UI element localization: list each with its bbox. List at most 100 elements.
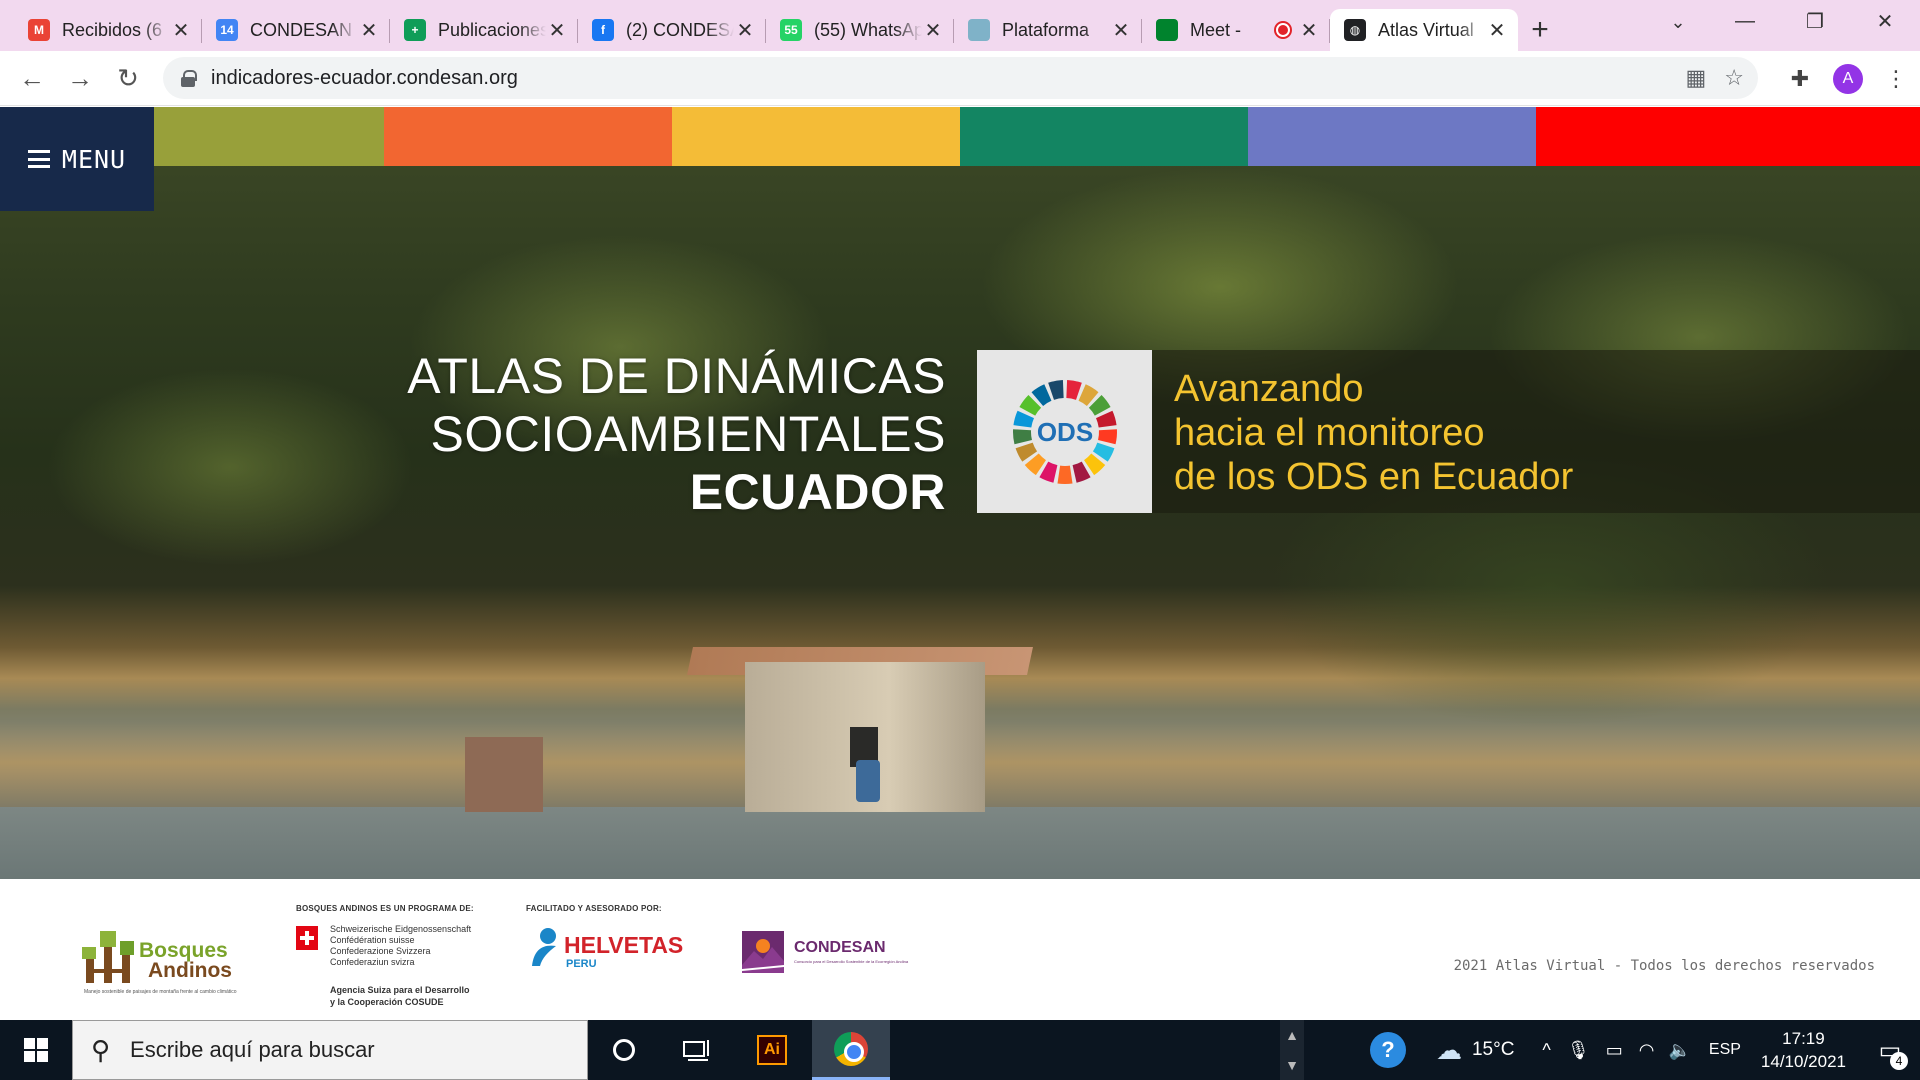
condesan-name: CONDESAN [794,939,886,956]
hamburger-icon [27,150,50,168]
ods-wheel-segment [1047,379,1064,400]
url-text[interactable]: indicadores-ecuador.condesan.org [211,67,518,90]
helvetas-logo[interactable]: FACILITADO Y ASESORADO POR: HELVETAS PER… [526,904,696,984]
swiss-confederation-logo[interactable]: BOSQUES ANDINOS ES UN PROGRAMA DE: Schwe… [296,904,486,1014]
language-indicator[interactable]: ESP [1709,1041,1741,1059]
address-bar[interactable]: indicadores-ecuador.condesan.org ▦ ☆ [163,57,1758,99]
browser-tab[interactable]: ◍ Atlas Virtual ✕ [1330,9,1518,51]
menu-label: MENU [61,144,127,174]
tab-title: Publicaciones [438,19,546,40]
more-menu-icon[interactable]: ⋮ [1872,55,1920,103]
chrome-taskbar-icon[interactable] [812,1020,890,1080]
lock-icon[interactable] [181,70,197,87]
close-window-icon[interactable]: ✕ [1850,0,1920,42]
menu-button[interactable]: MENU [0,107,154,211]
close-tab-icon[interactable]: ✕ [546,19,568,42]
swiss-line-1: Schweizerische Eidgenossenschaft [330,924,472,934]
profile-avatar[interactable]: A [1833,63,1863,94]
reload-icon[interactable]: ↻ [104,54,152,102]
taskbar-scroll[interactable]: ▲ ▼ [1280,1020,1304,1080]
tab-title: Recibidos (6 [62,19,163,40]
weather-temp[interactable]: 15°C [1472,1039,1514,1061]
close-tab-icon[interactable]: ✕ [170,19,192,42]
helvetas-name: HELVETAS [564,932,684,958]
ods-wheel-logo: ODS [977,350,1152,513]
restore-icon[interactable]: ❐ [1780,0,1850,42]
notification-center-icon[interactable]: ▭ 4 [1866,1020,1914,1080]
qr-code-icon[interactable]: ▦ [1685,65,1706,91]
browser-tab[interactable]: Meet - ✕ [1142,9,1330,51]
task-view-icon[interactable] [660,1020,732,1080]
taskbar-clock[interactable]: 17:19 14/10/2021 [1761,1027,1846,1073]
color-bar-segment [154,107,384,166]
swiss-agency: Agencia Suiza para el Desarrollo y la Co… [330,984,470,1008]
tab-search-icon[interactable]: ⌄ [1660,8,1696,36]
browser-tab[interactable]: 55 (55) WhatsApp✕ [766,9,954,51]
browser-tab[interactable]: 14 CONDESAN ✕ [202,9,390,51]
helvetas-figure-icon [532,928,556,966]
clock-date: 14/10/2021 [1760,1052,1846,1071]
close-tab-icon[interactable]: ✕ [734,19,756,42]
tab-title: (55) WhatsApp [814,19,922,40]
wifi-icon[interactable]: ◠ [1639,1040,1655,1061]
minimize-icon[interactable]: — [1710,0,1780,42]
color-bar-segment [1248,107,1536,166]
tab-title: Plataforma [1002,19,1090,40]
browser-tab[interactable]: f (2) CONDESAN✕ [578,9,766,51]
small-hut [465,737,543,812]
close-tab-icon[interactable]: ✕ [1298,19,1320,42]
barrel [856,760,880,802]
windows-logo-icon [24,1038,48,1062]
google-meet-icon [1156,19,1178,41]
google-calendar-icon: 14 [216,19,238,41]
close-tab-icon[interactable]: ✕ [1486,19,1508,42]
chevron-down-icon[interactable]: ▼ [1285,1057,1299,1073]
ods-tagline-1: Avanzando [1174,368,1364,410]
helvetas-caption: FACILITADO Y ASESORADO POR: [526,904,662,913]
forward-arrow-icon[interactable]: → [56,54,104,102]
close-tab-icon[interactable]: ✕ [1110,19,1132,42]
extensions-puzzle-icon[interactable]: ✚ [1776,55,1824,103]
swiss-line-3: Confederazione Svizzera [330,946,431,956]
windows-taskbar: ⚲ Escribe aquí para buscar Ai ▲ ▼ ? ☁ 15… [0,1020,1920,1080]
whatsapp-icon: 55 [780,19,802,41]
ods-wheel-segment [1012,428,1032,444]
tree-icon [82,931,134,983]
browser-tab[interactable]: Plataforma ✕ [954,9,1142,51]
tab-list: M Recibidos (6 ✕ 14 CONDESAN ✕ + Publicaciones ✕… [14,9,1518,51]
volume-icon[interactable]: 🔈 [1668,1040,1690,1061]
chevron-up-icon[interactable]: ▲ [1285,1027,1299,1043]
copyright-text: 2021 Atlas Virtual - Todos los derechos … [1453,958,1875,974]
help-icon[interactable]: ? [1369,1032,1406,1068]
title-line-1: ATLAS DE DINÁMICAS [407,348,946,404]
back-arrow-icon[interactable]: ← [8,54,56,102]
bookmark-star-icon[interactable]: ☆ [1724,65,1744,91]
cloud-weather-icon[interactable]: ☁ [1436,1035,1462,1066]
close-tab-icon[interactable]: ✕ [358,19,380,42]
color-bar [154,107,1920,166]
microphone-icon[interactable]: 🎙 [1567,1040,1590,1061]
atlas-title: ATLAS DE DINÁMICAS SOCIOAMBIENTALES ECUA… [380,347,946,521]
title-line-3: ECUADOR [689,464,946,520]
tray-chevron-up-icon[interactable]: ^ [1542,1040,1550,1061]
bosques-name-1: Bosques [139,939,228,962]
battery-icon[interactable]: ▭ [1606,1040,1623,1061]
taskbar-search[interactable]: ⚲ Escribe aquí para buscar [72,1020,588,1080]
swiss-program-caption: BOSQUES ANDINOS ES UN PROGRAMA DE: [296,904,474,913]
tab-title: (2) CONDESAN [626,19,734,40]
close-tab-icon[interactable]: ✕ [922,19,944,42]
tab-title: Meet - [1190,19,1242,40]
bosques-andinos-logo[interactable]: Bosques Andinos Manejo sostenible de pai… [82,927,242,999]
browser-tab[interactable]: + Publicaciones ✕ [390,9,578,51]
ods-logo-label: ODS [1036,417,1092,447]
windows-start-button[interactable] [0,1020,72,1080]
new-tab-button[interactable]: + [1518,9,1562,51]
ods-tagline-3: de los ODS en Ecuador [1174,456,1574,498]
window-controls: — ❐ ✕ [1710,0,1920,42]
illustrator-taskbar-icon[interactable]: Ai [736,1020,808,1080]
browser-tab[interactable]: M Recibidos (6 ✕ [14,9,202,51]
color-bar-segment [1536,107,1920,166]
cortana-icon[interactable] [588,1020,660,1080]
swiss-agency-1: Agencia Suiza para el Desarrollo [330,985,470,995]
condesan-logo[interactable]: CONDESAN Consorcio para el Desarrollo So… [742,931,908,981]
